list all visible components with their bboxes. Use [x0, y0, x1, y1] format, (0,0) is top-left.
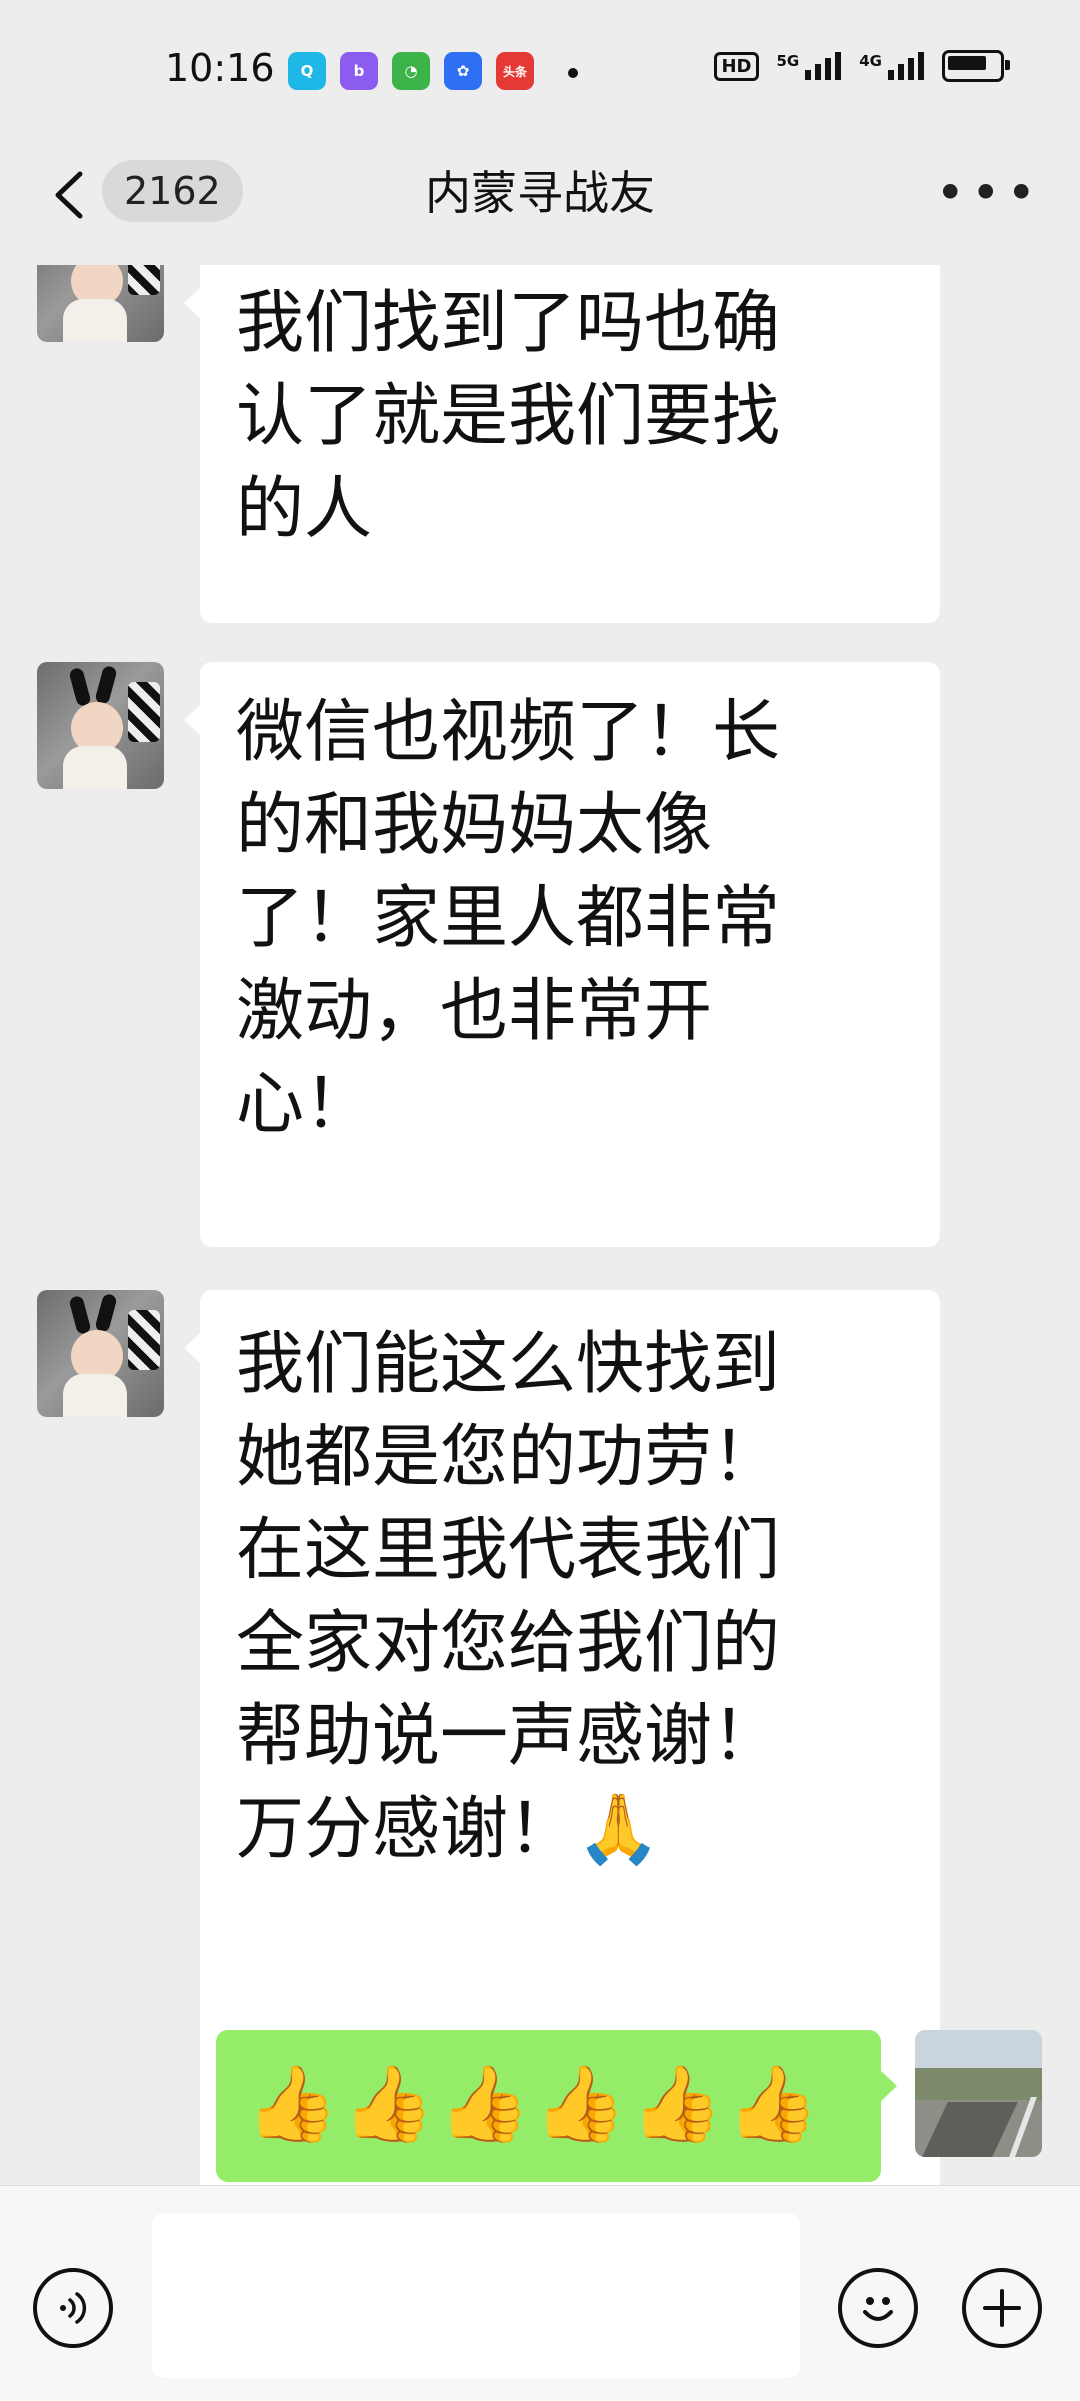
- hd-voice-icon: HD: [714, 51, 759, 81]
- emoji-icon[interactable]: [838, 2268, 918, 2348]
- message-bubble[interactable]: 我们找到了吗也确 认了就是我们要找 的人: [184, 265, 940, 623]
- notification-icons: Q b ◔ ✿ 头条: [288, 52, 534, 90]
- system-indicators: HD 5G 4G: [714, 50, 1010, 82]
- message-bubble[interactable]: 微信也视频了！长 的和我妈妈太像 了！家里人都非常 激动，也非常开 心！: [184, 662, 940, 1247]
- chat-title: 内蒙寻战友: [425, 166, 655, 220]
- signal-5g-icon: 5G: [777, 52, 842, 80]
- qq-browser-icon: Q: [288, 52, 326, 90]
- contact-avatar[interactable]: [37, 1290, 164, 1417]
- network-label-5g: 5G: [776, 52, 800, 70]
- baidu-icon: ✿: [444, 52, 482, 90]
- contact-avatar[interactable]: [37, 265, 164, 342]
- contact-avatar[interactable]: [37, 662, 164, 789]
- signal-4g-icon: 4G: [859, 52, 924, 80]
- my-avatar[interactable]: [915, 2030, 1042, 2157]
- plus-icon[interactable]: [962, 2268, 1042, 2348]
- message-list[interactable]: 我们找到了吗也确 认了就是我们要找 的人 微信也视频了！长 的和我妈妈太像 了！…: [0, 265, 1080, 2185]
- message-input[interactable]: [152, 2213, 800, 2378]
- voice-icon[interactable]: [33, 2268, 113, 2348]
- status-time: 10:16: [165, 46, 275, 90]
- 360-icon: ◔: [392, 52, 430, 90]
- network-label-4g: 4G: [859, 52, 882, 70]
- battery-icon: [942, 50, 1010, 82]
- status-bar: 10:16 Q b ◔ ✿ 头条 HD 5G 4G: [0, 0, 1080, 140]
- toutiao-icon: 头条: [496, 52, 534, 90]
- message-bubble-outgoing[interactable]: 👍👍👍👍👍👍: [216, 2030, 897, 2182]
- more-notifications-dot: [568, 68, 578, 78]
- more-dots-icon[interactable]: •••: [936, 163, 1042, 223]
- bilibili-icon: b: [340, 52, 378, 90]
